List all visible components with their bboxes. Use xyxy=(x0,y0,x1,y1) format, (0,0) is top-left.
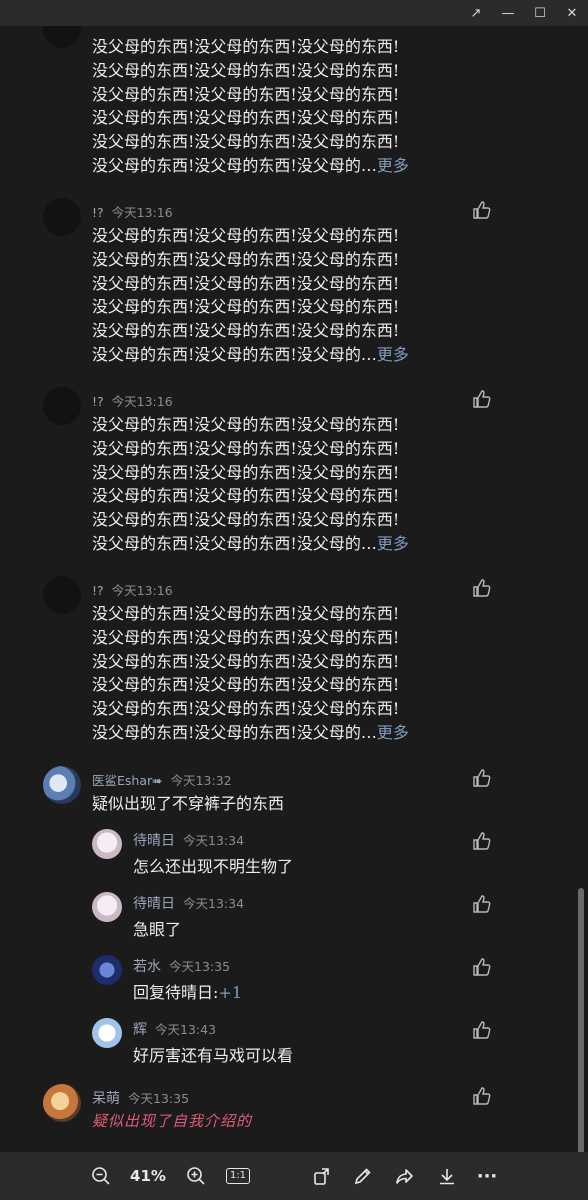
more-link[interactable]: 更多 xyxy=(377,534,409,553)
avatar xyxy=(92,1018,122,1048)
thumbs-up-icon[interactable] xyxy=(472,1020,492,1040)
timestamp: 今天13:43 xyxy=(155,1022,217,1037)
image-viewport: 没父母的东西!没父母的东西!没父母的东西! 没父母的东西!没父母的东西!没父母的… xyxy=(0,26,588,1152)
more-link[interactable]: 更多 xyxy=(377,345,409,364)
username[interactable]: 若水 xyxy=(133,959,161,975)
avatar xyxy=(43,26,81,48)
zoom-out-icon xyxy=(92,1167,110,1185)
reply-text: 怎么还出现不明生物了 xyxy=(133,857,294,876)
title-bar: ↗ — ☐ ✕ xyxy=(0,0,588,26)
pen-icon xyxy=(354,1168,371,1185)
comment-meta: 呆萌 今天13:35 xyxy=(92,1088,189,1108)
avatar xyxy=(43,576,81,614)
comment-meta: !? 今天13:16 xyxy=(92,580,173,599)
comment-meta: !? 今天13:16 xyxy=(92,202,173,221)
timestamp: 今天13:35 xyxy=(169,959,231,974)
zoom-out-button[interactable] xyxy=(88,1152,114,1200)
more-options-button[interactable]: ··· xyxy=(474,1152,500,1200)
minimize-button[interactable]: — xyxy=(492,0,524,26)
avatar xyxy=(43,198,81,236)
username[interactable]: 医鲨Eshar➠ xyxy=(92,773,163,788)
comment-text: 没父母的东西!没父母的东西!没父母的东西! 没父母的东西!没父母的东西!没父母的… xyxy=(92,604,409,742)
scrollbar[interactable] xyxy=(578,888,584,1152)
username[interactable]: 辉 xyxy=(133,1022,147,1038)
rotate-button[interactable] xyxy=(309,1152,335,1200)
reply-text: 回复待晴日:+1 xyxy=(133,983,242,1002)
thumbs-up-icon[interactable] xyxy=(472,578,492,598)
download-icon xyxy=(440,1169,454,1185)
avatar xyxy=(43,387,81,425)
thumbs-up-icon[interactable] xyxy=(472,768,492,788)
pin-button[interactable]: ↗ xyxy=(460,0,492,26)
reply-meta: 若水 今天13:35 xyxy=(133,956,230,976)
zoom-in-icon xyxy=(187,1167,205,1185)
edit-button[interactable] xyxy=(350,1152,376,1200)
thumbs-up-icon[interactable] xyxy=(472,894,492,914)
timestamp: 今天13:34 xyxy=(183,896,245,911)
rotate-icon xyxy=(314,1168,329,1185)
timestamp: 今天13:35 xyxy=(128,1091,190,1106)
timestamp: 今天13:34 xyxy=(183,833,245,848)
reply-meta: 辉今天13:43 xyxy=(133,1019,216,1039)
comment-text: 没父母的东西!没父母的东西!没父母的东西! 没父母的东西!没父母的东西!没父母的… xyxy=(92,415,409,553)
close-button[interactable]: ✕ xyxy=(556,0,588,26)
username[interactable]: !? xyxy=(92,583,104,598)
comment-meta: 医鲨Eshar➠ 今天13:32 xyxy=(92,770,232,789)
username[interactable]: 待晴日 xyxy=(133,833,175,849)
thumbs-up-icon[interactable] xyxy=(472,957,492,977)
comment-text: 没父母的东西!没父母的东西!没父母的东西! 没父母的东西!没父母的东西!没父母的… xyxy=(92,37,409,175)
comment-text: 没父母的东西!没父母的东西!没父母的东西! 没父母的东西!没父母的东西!没父母的… xyxy=(92,226,409,364)
zoom-level: 41% xyxy=(130,1167,166,1185)
reply-meta: 待晴日 今天13:34 xyxy=(133,893,244,913)
zoom-in-button[interactable] xyxy=(183,1152,209,1200)
avatar xyxy=(92,955,122,985)
avatar xyxy=(92,892,122,922)
reply-text: 好厉害还有马戏可以看 xyxy=(133,1046,294,1065)
download-button[interactable] xyxy=(434,1152,460,1200)
timestamp: 今天13:32 xyxy=(170,773,232,788)
username[interactable]: !? xyxy=(92,205,104,220)
avatar xyxy=(43,766,81,804)
comment-text: 疑似出现了不穿裤子的东西 xyxy=(92,794,285,813)
reply-text: 急眼了 xyxy=(133,920,182,939)
reply-count: +1 xyxy=(218,983,242,1002)
thumbs-up-icon[interactable] xyxy=(472,389,492,409)
maximize-button[interactable]: ☐ xyxy=(524,0,556,26)
actual-size-icon: 1:1 xyxy=(225,1168,251,1184)
comment-text: 疑似出现了自我介绍的 xyxy=(92,1112,253,1130)
username[interactable]: 待晴日 xyxy=(133,896,175,912)
comment-meta: !? 今天13:16 xyxy=(92,391,173,410)
more-link[interactable]: 更多 xyxy=(377,156,409,175)
thumbs-up-icon[interactable] xyxy=(472,831,492,851)
username[interactable]: !? xyxy=(92,394,104,409)
more-link[interactable]: 更多 xyxy=(377,723,409,742)
avatar xyxy=(92,829,122,859)
timestamp: 今天13:16 xyxy=(111,394,173,409)
timestamp: 今天13:16 xyxy=(111,205,173,220)
share-button[interactable] xyxy=(392,1152,418,1200)
thumbs-up-icon[interactable] xyxy=(472,200,492,220)
username[interactable]: 呆萌 xyxy=(92,1091,120,1107)
avatar xyxy=(43,1084,81,1122)
thumbs-up-icon[interactable] xyxy=(472,1086,492,1106)
share-icon xyxy=(396,1169,413,1184)
timestamp: 今天13:16 xyxy=(111,583,173,598)
reply-meta: 待晴日 今天13:34 xyxy=(133,830,244,850)
actual-size-button[interactable]: 1:1 xyxy=(225,1152,251,1200)
